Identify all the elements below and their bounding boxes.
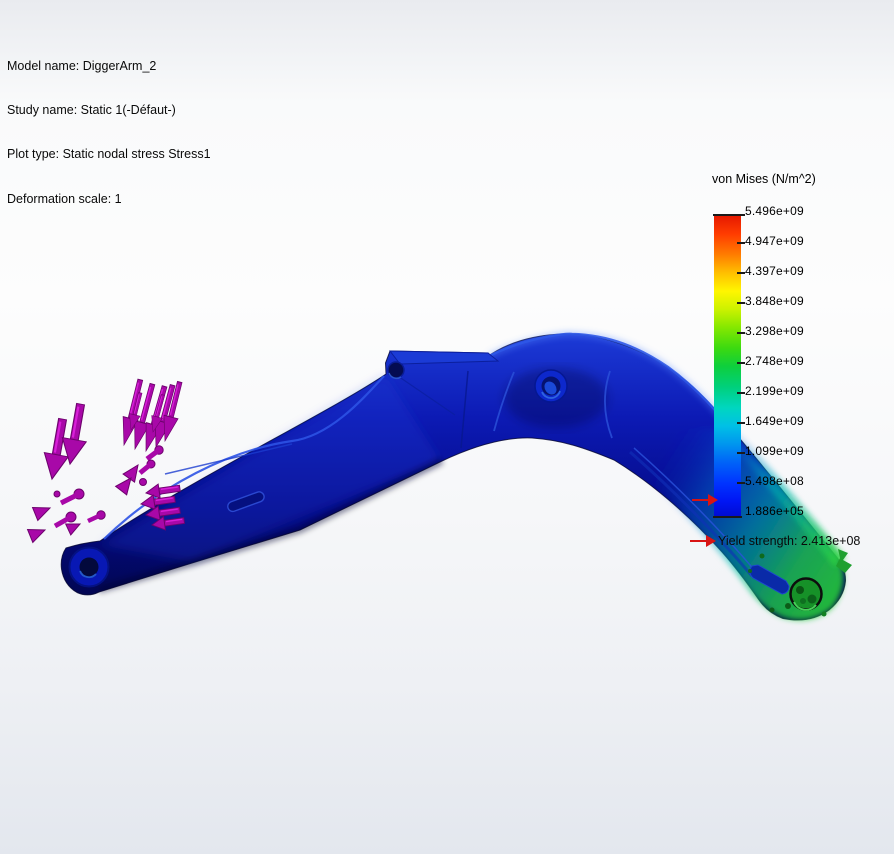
legend-tick — [737, 392, 745, 394]
stress-legend[interactable]: von Mises (N/m^2) 5.496e+09 4.947e+09 4.… — [688, 168, 890, 568]
plot-info-block: Model name: DiggerArm_2 Study name: Stat… — [7, 29, 211, 236]
arrow-shaft — [692, 499, 709, 501]
legend-tick — [737, 332, 745, 334]
legend-tick — [737, 272, 745, 274]
knee-pivot-boss[interactable] — [535, 370, 567, 402]
force-arrow-large-group[interactable] — [40, 402, 92, 481]
legend-tick-label: 4.397e+09 — [745, 256, 885, 286]
study-name-line: Study name: Static 1(-Défaut-) — [7, 103, 211, 118]
yield-marker-arrow-icon — [692, 494, 720, 506]
plot-type-line: Plot type: Static nodal stress Stress1 — [7, 147, 211, 162]
legend-tick-label: 1.886e+05 — [745, 496, 885, 526]
legend-tick — [713, 214, 745, 216]
legend-labels: 5.496e+09 4.947e+09 4.397e+09 3.848e+09 … — [745, 196, 885, 526]
cad-viewport: Model name: DiggerArm_2 Study name: Stat… — [0, 0, 894, 854]
legend-tick-label: 2.199e+09 — [745, 376, 885, 406]
legend-tick-label: 2.748e+09 — [745, 346, 885, 376]
yield-strength-label: Yield strength: 2.413e+08 — [718, 534, 860, 548]
legend-tick — [737, 482, 745, 484]
left-pivot-boss[interactable] — [70, 548, 109, 587]
arrow-shaft — [690, 540, 707, 542]
legend-tick — [737, 422, 745, 424]
stress-colorbar[interactable] — [714, 216, 741, 516]
legend-tick-label: 1.099e+09 — [745, 436, 885, 466]
legend-tick — [737, 362, 745, 364]
tip-pivot-hole[interactable] — [791, 579, 822, 610]
legend-tick — [737, 242, 745, 244]
model-name-line: Model name: DiggerArm_2 — [7, 59, 211, 74]
arrow-head — [708, 494, 718, 506]
legend-tick-label: 3.848e+09 — [745, 286, 885, 316]
legend-tick-label: 4.947e+09 — [745, 226, 885, 256]
load-arrows[interactable] — [28, 378, 187, 543]
legend-tick — [737, 452, 745, 454]
pin-load-arrows[interactable] — [28, 489, 106, 542]
legend-tick-label: 3.298e+09 — [745, 316, 885, 346]
legend-tick-label: 5.496e+09 — [745, 196, 885, 226]
tip-hole-spot-3 — [800, 598, 806, 604]
tip-hole-spot-2 — [808, 595, 817, 604]
tip-hole-spot-1 — [796, 586, 804, 594]
legend-tick — [737, 302, 745, 304]
legend-tick-label: 5.498e+08 — [745, 466, 885, 496]
yield-label-arrow-icon — [690, 535, 718, 547]
arrow-head — [706, 535, 716, 547]
distributed-load-arrow-fan[interactable] — [117, 378, 187, 453]
legend-tick-label: 1.649e+09 — [745, 406, 885, 436]
deformation-scale-line: Deformation scale: 1 — [7, 192, 211, 207]
legend-title: von Mises (N/m^2) — [712, 172, 816, 186]
legend-tick — [713, 516, 742, 518]
